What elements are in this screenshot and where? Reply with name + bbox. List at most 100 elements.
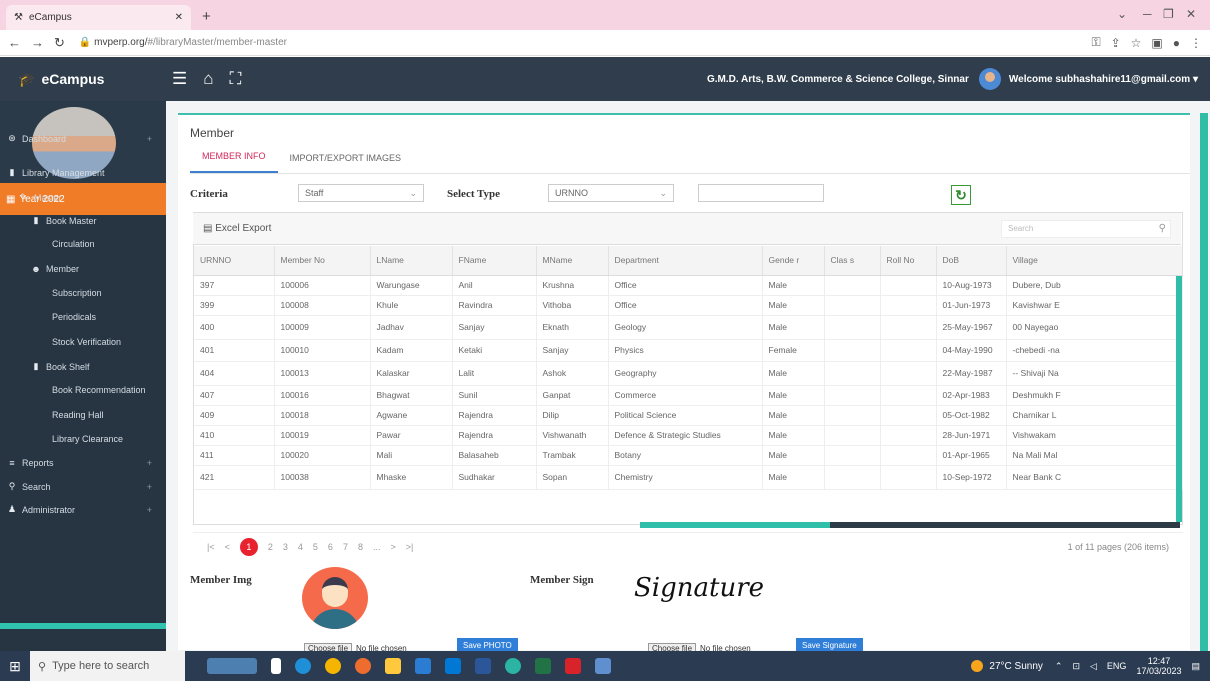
network-icon[interactable]: ⊡ xyxy=(1072,661,1080,672)
sidebar-item-reports[interactable]: ≡ Reports + xyxy=(0,458,166,468)
criteria-select[interactable]: Staff ⌄ xyxy=(298,184,424,202)
chevron-up-icon[interactable]: ⌃ xyxy=(1055,661,1063,672)
column-header[interactable]: Clas s xyxy=(824,246,881,276)
table-row[interactable]: 407 100016 Bhagwat Sunil Ganpat Commerce Male 0… xyxy=(194,385,1183,406)
sidebar-item-subscription[interactable]: Subscription xyxy=(0,288,166,298)
column-header[interactable]: DoB xyxy=(936,246,1007,276)
clock[interactable]: 12:47 17/03/2023 xyxy=(1136,656,1181,676)
column-header[interactable]: Village xyxy=(1006,246,1183,276)
page-button[interactable]: 8 xyxy=(358,542,363,552)
acrobat-icon[interactable] xyxy=(565,658,581,674)
sidebar-item-search[interactable]: ⚲ Search + xyxy=(0,481,166,492)
chrome-profile-icon[interactable] xyxy=(505,658,521,674)
sidebar-item-administrator[interactable]: ♟ Administrator + xyxy=(0,504,166,515)
column-header[interactable]: LName xyxy=(370,246,453,276)
column-header[interactable]: Department xyxy=(607,246,763,276)
windows-start-icon[interactable]: ⊞ xyxy=(0,658,30,675)
restore-icon[interactable]: ❐ xyxy=(1163,7,1174,21)
table-row[interactable]: 400 100009 Jadhav Sanjay Eknath Geology Male 25… xyxy=(194,315,1183,340)
browser-tab[interactable]: ⚒ eCampus ✕ xyxy=(6,5,191,30)
close-tab-icon[interactable]: ✕ xyxy=(175,12,183,23)
app-icon[interactable] xyxy=(595,658,611,674)
sidebar-item-library-clearance[interactable]: Library Clearance xyxy=(0,434,166,444)
table-row[interactable]: 410 100019 Pawar Rajendra Vishwanath Defence … xyxy=(194,425,1183,446)
page-button[interactable]: 6 xyxy=(328,542,333,552)
user-menu[interactable]: Welcome subhashahire11@gmail.com ▾ xyxy=(1009,74,1198,85)
column-header[interactable]: Roll No xyxy=(880,246,937,276)
chrome-icon[interactable] xyxy=(325,658,341,674)
column-header[interactable]: URNNO xyxy=(194,246,275,276)
page-button[interactable]: ... xyxy=(373,542,381,552)
sidebar-item-book-recommendation[interactable]: Book Recommendation xyxy=(0,385,166,395)
search-value-input[interactable] xyxy=(698,184,824,202)
tab-import-export-images[interactable]: IMPORT/EXPORT IMAGES xyxy=(278,153,414,173)
more-icon[interactable]: ⋮ xyxy=(1190,36,1202,50)
horizontal-scrollbar-thumb[interactable] xyxy=(640,522,830,528)
table-row[interactable]: 421 100038 Mhaske Sudhakar Sopan Chemistry Mal… xyxy=(194,465,1183,490)
sidebar-item-circulation[interactable]: Circulation xyxy=(0,239,166,249)
reload-icon[interactable]: ↻ xyxy=(54,35,65,51)
sidebar-item-periodicals[interactable]: Periodicals xyxy=(0,312,166,322)
new-tab-icon[interactable]: + xyxy=(202,8,211,25)
sidebar-item-dashboard[interactable]: ⊛ Dashboard + xyxy=(0,133,166,144)
minimize-icon[interactable]: ─ xyxy=(1143,7,1152,21)
table-row[interactable]: 397 100006 Warungase Anil Krushna Office Male 1… xyxy=(194,275,1183,296)
grid-search-input[interactable]: Search ⚲ xyxy=(1001,220,1171,238)
table-row[interactable]: 399 100008 Khule Ravindra Vithoba Office Male 0… xyxy=(194,295,1183,316)
forward-icon[interactable]: → xyxy=(31,35,44,50)
sidebar-item-reading-hall[interactable]: Reading Hall xyxy=(0,410,166,420)
vertical-scrollbar-thumb[interactable] xyxy=(1176,276,1182,522)
task-view-icon[interactable] xyxy=(271,658,281,674)
star-icon[interactable]: ☆ xyxy=(1131,36,1142,50)
table-row[interactable]: 401 100010 Kadam Ketaki Sanjay Physics Female 0… xyxy=(194,339,1183,362)
menu-toggle-icon[interactable]: ☰ xyxy=(172,69,187,89)
edge-icon[interactable] xyxy=(295,658,311,674)
column-header[interactable]: FName xyxy=(452,246,537,276)
page-button[interactable]: 7 xyxy=(343,542,348,552)
fullscreen-icon[interactable]: ⛶ xyxy=(230,69,242,89)
notifications-icon[interactable]: ▤ xyxy=(1191,661,1200,672)
url-field[interactable]: 🔒 mvperp.org/#/libraryMaster/member-mast… xyxy=(79,37,287,48)
profile-icon[interactable]: ● xyxy=(1173,36,1180,50)
sidepanel-icon[interactable]: ▣ xyxy=(1151,36,1162,50)
page-button[interactable]: 3 xyxy=(283,542,288,552)
column-header[interactable]: Member No xyxy=(274,246,371,276)
sidebar-item-book-shelf[interactable]: ▮ Book Shelf xyxy=(0,361,166,372)
mail-icon[interactable] xyxy=(445,658,461,674)
column-header[interactable]: Gende r xyxy=(762,246,825,276)
table-row[interactable]: 404 100013 Kalaskar Lalit Ashok Geography Male… xyxy=(194,361,1183,386)
page-button[interactable]: >| xyxy=(406,542,414,552)
excel-export-button[interactable]: ▤ Excel Export xyxy=(203,223,271,234)
file-explorer-icon[interactable] xyxy=(385,658,401,674)
close-window-icon[interactable]: ✕ xyxy=(1186,7,1196,21)
sidebar-item-master[interactable]: ✎ Master xyxy=(0,192,166,203)
word-icon[interactable] xyxy=(475,658,491,674)
weather-widget[interactable]: 27°C Sunny xyxy=(971,660,1043,672)
table-row[interactable]: 411 100020 Mali Balasaheb Trambak Botany Male 0… xyxy=(194,445,1183,466)
share-icon[interactable]: ⇪ xyxy=(1111,36,1121,50)
column-header[interactable]: MName xyxy=(536,246,609,276)
excel-icon[interactable] xyxy=(535,658,551,674)
sidebar-item-book-master[interactable]: ▮ Book Master xyxy=(0,215,166,226)
language-indicator[interactable]: ENG xyxy=(1107,661,1127,671)
prev-page-button[interactable]: < xyxy=(225,542,230,552)
key-icon[interactable]: ⚿ xyxy=(1091,35,1100,50)
home-icon[interactable]: ⌂ xyxy=(203,69,213,89)
volume-icon[interactable]: ◁ xyxy=(1090,661,1097,672)
store-icon[interactable] xyxy=(415,658,431,674)
firefox-icon[interactable] xyxy=(355,658,371,674)
tab-member-info[interactable]: MEMBER INFO xyxy=(190,151,278,173)
user-avatar[interactable] xyxy=(978,68,1001,90)
table-row[interactable]: 409 100018 Agwane Rajendra Dilip Political Sc… xyxy=(194,405,1183,426)
page-button[interactable]: 4 xyxy=(298,542,303,552)
select-type-select[interactable]: URNNO ⌄ xyxy=(548,184,674,202)
sidebar-item-library-management[interactable]: ▮ Library Management xyxy=(0,167,166,178)
page-button[interactable]: 2 xyxy=(268,542,273,552)
tab-list-chevron-icon[interactable]: ⌄ xyxy=(1117,7,1127,21)
back-icon[interactable]: ← xyxy=(8,35,21,50)
refresh-button[interactable]: ↻ xyxy=(951,185,971,205)
taskbar-search[interactable]: ⚲ Type here to search xyxy=(30,651,185,681)
sidebar-item-member[interactable]: ☻ Member xyxy=(0,264,166,274)
first-page-button[interactable]: |< xyxy=(207,542,215,552)
page-button[interactable]: > xyxy=(390,542,395,552)
